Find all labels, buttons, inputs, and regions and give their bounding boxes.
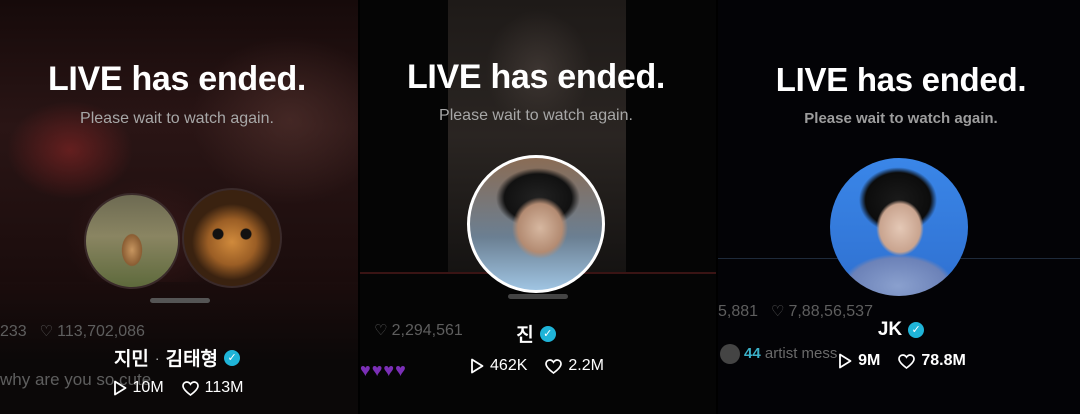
artist-name: 진: [516, 325, 534, 346]
heart-icon: ♡: [762, 303, 789, 320]
views-stat: 9M: [838, 352, 880, 370]
behind-stats: 233 ♡ 113,702,086: [0, 322, 145, 341]
likes-stat: 113M: [181, 379, 244, 397]
artist-name: JK: [877, 319, 903, 340]
live-ended-title: LIVE has ended.: [775, 61, 1027, 98]
play-icon: [471, 358, 484, 374]
heart-icon: ♡: [31, 323, 58, 340]
views-stat: 10M: [113, 379, 164, 397]
artist-avatar-2[interactable]: [182, 188, 282, 288]
live-ended-subtitle: Please wait to watch again.: [80, 110, 274, 127]
heart-icon: [898, 353, 916, 369]
drag-handle[interactable]: [150, 298, 210, 303]
likes-stat: 2.2M: [545, 357, 604, 375]
play-icon: [113, 380, 126, 396]
likes-count: 113M: [204, 379, 244, 396]
live-ended-title: LIVE has ended.: [47, 60, 307, 98]
live-ended-subtitle: Please wait to watch again.: [439, 107, 633, 124]
behind-viewer-count: 233: [0, 323, 27, 340]
live-ended-panel-3: LIVE has ended. Please wait to watch aga…: [718, 0, 1080, 414]
verified-badge-icon: ✓: [224, 349, 241, 366]
views-count: 462K: [490, 357, 528, 374]
drag-handle[interactable]: [508, 294, 568, 299]
live-stats-row: 9M 78.8M: [721, 352, 1080, 370]
name-separator: ·: [154, 349, 160, 366]
views-stat: 462K: [470, 357, 527, 375]
artist-name-1: 지민: [113, 349, 149, 370]
artist-avatar[interactable]: [467, 155, 605, 293]
likes-count: 78.8M: [921, 352, 966, 369]
artist-avatar-1[interactable]: [84, 193, 180, 289]
verified-badge-icon: ✓: [539, 325, 556, 342]
artist-name-row[interactable]: 지민 · 김태형 ✓: [0, 344, 356, 371]
likes-stat: 78.8M: [898, 352, 966, 370]
live-ended-panel-2: LIVE has ended. Please wait to watch aga…: [360, 0, 716, 414]
play-icon: [839, 353, 852, 369]
live-ended-title: LIVE has ended.: [406, 58, 666, 96]
live-ended-panel-1: LIVE has ended. Please wait to watch aga…: [0, 0, 358, 414]
live-stats-row: 10M 113M: [0, 379, 357, 397]
live-stats-row: 462K 2.2M: [360, 357, 715, 375]
behind-heart-count: 113,702,086: [57, 323, 145, 340]
behind-heart-count: 7,88,56,537: [788, 303, 873, 320]
verified-badge-icon: ✓: [908, 322, 925, 338]
behind-viewer-count: 5,881: [718, 303, 759, 320]
live-ended-subtitle: Please wait to watch again.: [804, 110, 998, 127]
likes-count: 2.2M: [568, 357, 604, 374]
artist-name-row[interactable]: 진 ✓: [360, 320, 714, 347]
artist-avatar[interactable]: [830, 158, 968, 296]
views-count: 9M: [858, 352, 881, 369]
artist-name-row[interactable]: JK ✓: [720, 319, 1080, 341]
artist-name-2: 김태형: [165, 349, 219, 370]
views-count: 10M: [132, 379, 164, 396]
heart-icon: [181, 380, 199, 396]
heart-icon: [545, 358, 563, 374]
